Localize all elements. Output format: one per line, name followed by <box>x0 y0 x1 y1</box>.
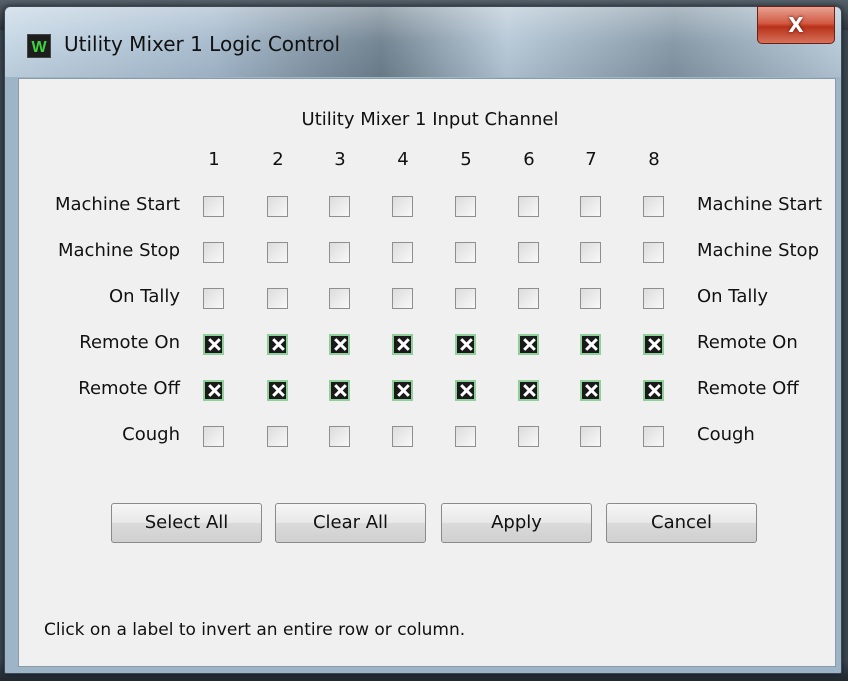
row-label-right-machine-stop[interactable]: Machine Stop <box>697 240 819 261</box>
w-app-icon: W <box>27 34 51 58</box>
checkbox-remote-on-2[interactable] <box>267 334 288 355</box>
checkbox-remote-off-7[interactable] <box>580 380 601 401</box>
checkbox-machine-stop-7[interactable] <box>580 242 601 263</box>
checkbox-cough-7[interactable] <box>580 426 601 447</box>
checkbox-on-tally-2[interactable] <box>267 288 288 309</box>
hint-text: Click on a label to invert an entire row… <box>44 620 466 640</box>
checkbox-machine-start-1[interactable] <box>203 196 224 217</box>
column-label-5[interactable]: 5 <box>454 149 478 170</box>
checkbox-cough-1[interactable] <box>203 426 224 447</box>
checkbox-machine-start-2[interactable] <box>267 196 288 217</box>
checkbox-cough-5[interactable] <box>455 426 476 447</box>
column-label-3[interactable]: 3 <box>328 149 352 170</box>
checkbox-machine-stop-2[interactable] <box>267 242 288 263</box>
checkbox-remote-off-6[interactable] <box>518 380 539 401</box>
checkbox-cough-3[interactable] <box>329 426 350 447</box>
checkbox-remote-on-7[interactable] <box>580 334 601 355</box>
checkbox-cough-4[interactable] <box>392 426 413 447</box>
checkbox-machine-stop-4[interactable] <box>392 242 413 263</box>
checkbox-remote-on-1[interactable] <box>203 334 224 355</box>
app-icon-letter: W <box>31 39 47 54</box>
column-label-7[interactable]: 7 <box>579 149 603 170</box>
title-bar[interactable]: W Utility Mixer 1 Logic Control <box>5 7 841 77</box>
checkbox-cough-2[interactable] <box>267 426 288 447</box>
checkbox-remote-on-6[interactable] <box>518 334 539 355</box>
dialog-window: W Utility Mixer 1 Logic Control X Utilit… <box>4 6 842 674</box>
column-label-8[interactable]: 8 <box>642 149 666 170</box>
checkbox-on-tally-3[interactable] <box>329 288 350 309</box>
close-icon: X <box>788 13 804 37</box>
checkbox-on-tally-4[interactable] <box>392 288 413 309</box>
apply-button[interactable]: Apply <box>441 503 592 543</box>
checkbox-machine-start-4[interactable] <box>392 196 413 217</box>
window-title: Utility Mixer 1 Logic Control <box>64 32 341 56</box>
row-label-left-on-tally[interactable]: On Tally <box>19 286 180 307</box>
row-label-left-cough[interactable]: Cough <box>19 424 180 445</box>
row-label-right-cough[interactable]: Cough <box>697 424 755 445</box>
checkbox-machine-stop-3[interactable] <box>329 242 350 263</box>
clear-all-button[interactable]: Clear All <box>275 503 426 543</box>
row-label-left-remote-on[interactable]: Remote On <box>19 332 180 353</box>
checkbox-machine-stop-5[interactable] <box>455 242 476 263</box>
checkbox-remote-off-1[interactable] <box>203 380 224 401</box>
column-label-6[interactable]: 6 <box>517 149 541 170</box>
checkbox-on-tally-8[interactable] <box>643 288 664 309</box>
checkbox-remote-off-5[interactable] <box>455 380 476 401</box>
checkbox-remote-on-5[interactable] <box>455 334 476 355</box>
dialog-client-area: Utility Mixer 1 Input Channel 1 2 3 4 5 6 7 8 Ma… <box>18 78 836 667</box>
grid-title: Utility Mixer 1 Input Channel <box>301 109 559 130</box>
checkbox-remote-off-4[interactable] <box>392 380 413 401</box>
checkbox-machine-start-6[interactable] <box>518 196 539 217</box>
checkbox-machine-start-5[interactable] <box>455 196 476 217</box>
column-label-1[interactable]: 1 <box>202 149 226 170</box>
checkbox-remote-off-8[interactable] <box>643 380 664 401</box>
row-label-left-machine-start[interactable]: Machine Start <box>19 194 180 215</box>
row-label-right-on-tally[interactable]: On Tally <box>697 286 768 307</box>
checkbox-remote-off-2[interactable] <box>267 380 288 401</box>
checkbox-on-tally-6[interactable] <box>518 288 539 309</box>
checkbox-machine-start-8[interactable] <box>643 196 664 217</box>
checkbox-machine-start-3[interactable] <box>329 196 350 217</box>
row-label-right-remote-off[interactable]: Remote Off <box>697 378 799 399</box>
checkbox-machine-stop-1[interactable] <box>203 242 224 263</box>
checkbox-cough-6[interactable] <box>518 426 539 447</box>
checkbox-remote-off-3[interactable] <box>329 380 350 401</box>
select-all-button[interactable]: Select All <box>111 503 262 543</box>
checkbox-machine-stop-8[interactable] <box>643 242 664 263</box>
row-label-right-machine-start[interactable]: Machine Start <box>697 194 822 215</box>
row-label-left-machine-stop[interactable]: Machine Stop <box>19 240 180 261</box>
checkbox-cough-8[interactable] <box>643 426 664 447</box>
row-label-left-remote-off[interactable]: Remote Off <box>19 378 180 399</box>
close-button[interactable]: X <box>757 6 835 44</box>
row-label-right-remote-on[interactable]: Remote On <box>697 332 798 353</box>
column-label-2[interactable]: 2 <box>266 149 290 170</box>
checkbox-remote-on-3[interactable] <box>329 334 350 355</box>
checkbox-machine-start-7[interactable] <box>580 196 601 217</box>
checkbox-machine-stop-6[interactable] <box>518 242 539 263</box>
checkbox-on-tally-5[interactable] <box>455 288 476 309</box>
checkbox-on-tally-7[interactable] <box>580 288 601 309</box>
cancel-button[interactable]: Cancel <box>606 503 757 543</box>
checkbox-remote-on-8[interactable] <box>643 334 664 355</box>
checkbox-on-tally-1[interactable] <box>203 288 224 309</box>
checkbox-remote-on-4[interactable] <box>392 334 413 355</box>
column-label-4[interactable]: 4 <box>391 149 415 170</box>
